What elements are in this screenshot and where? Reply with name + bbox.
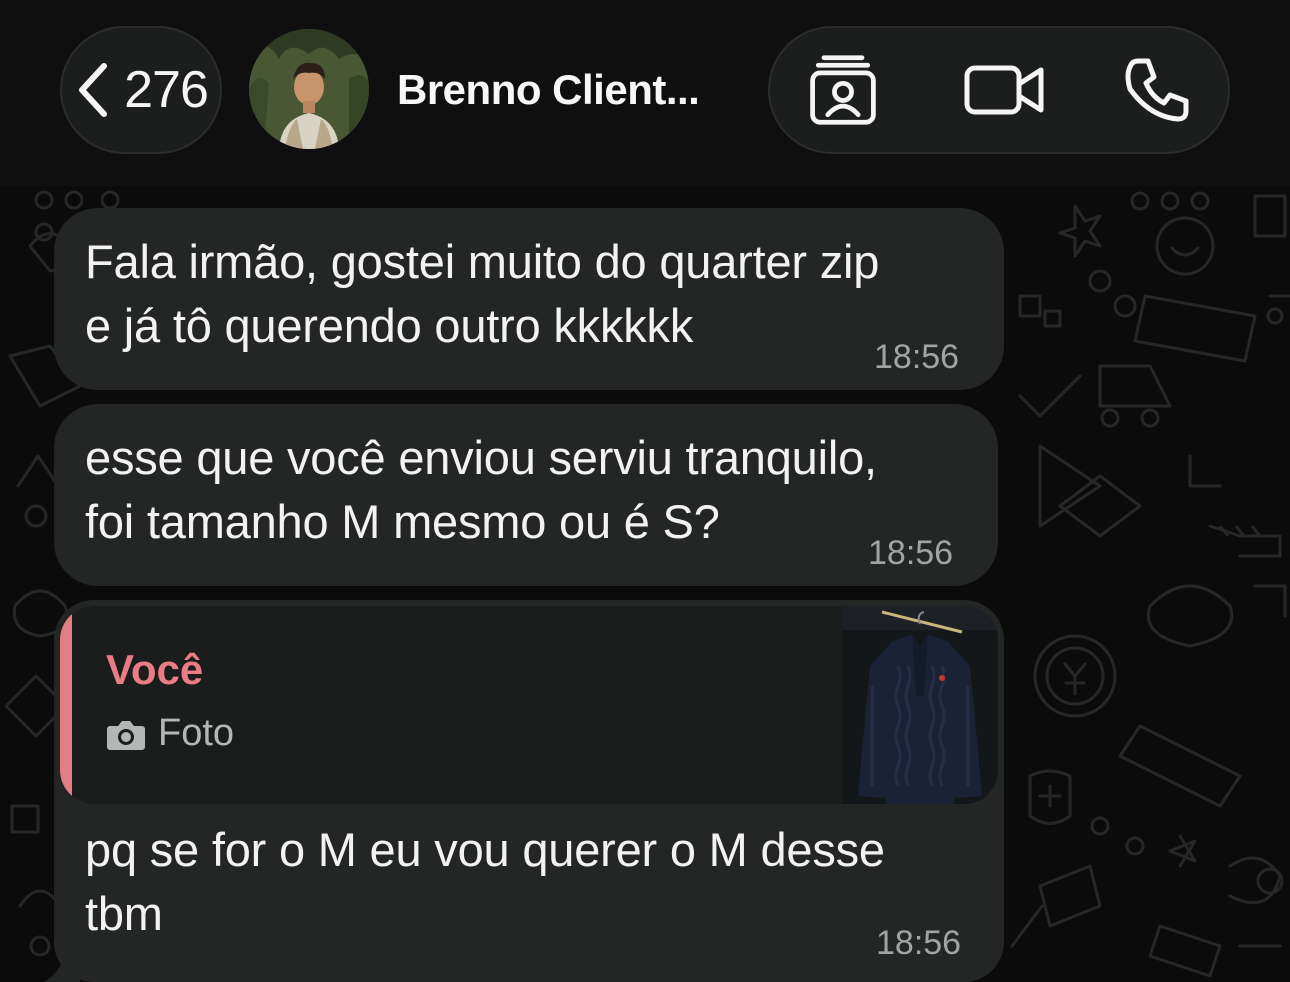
message-text: Fala irmão, gostei muito do quarter zip …	[85, 230, 879, 358]
reply-photo-thumbnail[interactable]	[842, 606, 998, 804]
contact-name[interactable]: Brenno Client...	[397, 66, 700, 114]
sweater-photo	[842, 606, 998, 804]
reply-accent-bar	[60, 606, 72, 804]
message-text: esse que você enviou serviu tranquilo, f…	[85, 426, 877, 554]
message-bubble[interactable]: Fala irmão, gostei muito do quarter zip …	[54, 208, 1004, 390]
bubble-tail	[44, 948, 80, 982]
chevron-left-icon	[79, 63, 108, 117]
chat-header: 276 Brenno Client...	[0, 0, 1290, 186]
unread-count: 276	[124, 61, 209, 119]
voice-call-button[interactable]	[1112, 52, 1202, 128]
video-call-button[interactable]	[960, 52, 1050, 128]
avatar[interactable]	[249, 29, 369, 149]
reply-media-label: Foto	[158, 712, 235, 754]
camera-icon	[107, 721, 145, 750]
header-actions	[768, 26, 1230, 154]
reply-quote[interactable]: Você Foto	[60, 606, 998, 804]
message-bubble[interactable]: esse que você enviou serviu tranquilo, f…	[54, 404, 998, 586]
video-camera-icon	[964, 65, 1044, 115]
message-timestamp: 18:56	[868, 534, 954, 572]
message-line: tbm	[85, 887, 163, 940]
message-text: pq se for o M eu vou querer o M desse tb…	[85, 818, 885, 946]
chat-screen: Fala irmão, gostei muito do quarter zip …	[0, 0, 1290, 982]
reply-author: Você	[106, 646, 204, 693]
message-line: Fala irmão, gostei muito do quarter zip	[85, 235, 880, 288]
contact-card-icon	[810, 55, 876, 125]
back-button[interactable]: 276	[60, 26, 222, 154]
message-timestamp: 18:56	[874, 338, 960, 376]
message-timestamp: 18:56	[876, 924, 962, 962]
message-line: foi tamanho M mesmo ou é S?	[85, 495, 720, 548]
phone-icon	[1125, 58, 1189, 122]
contact-photo	[249, 29, 369, 149]
contact-card-button[interactable]	[798, 52, 888, 128]
message-line: e já tô querendo outro kkkkkk	[85, 299, 694, 352]
message-line: pq se for o M eu vou querer o M desse	[85, 823, 885, 876]
message-line: esse que você enviou serviu tranquilo,	[85, 431, 877, 484]
